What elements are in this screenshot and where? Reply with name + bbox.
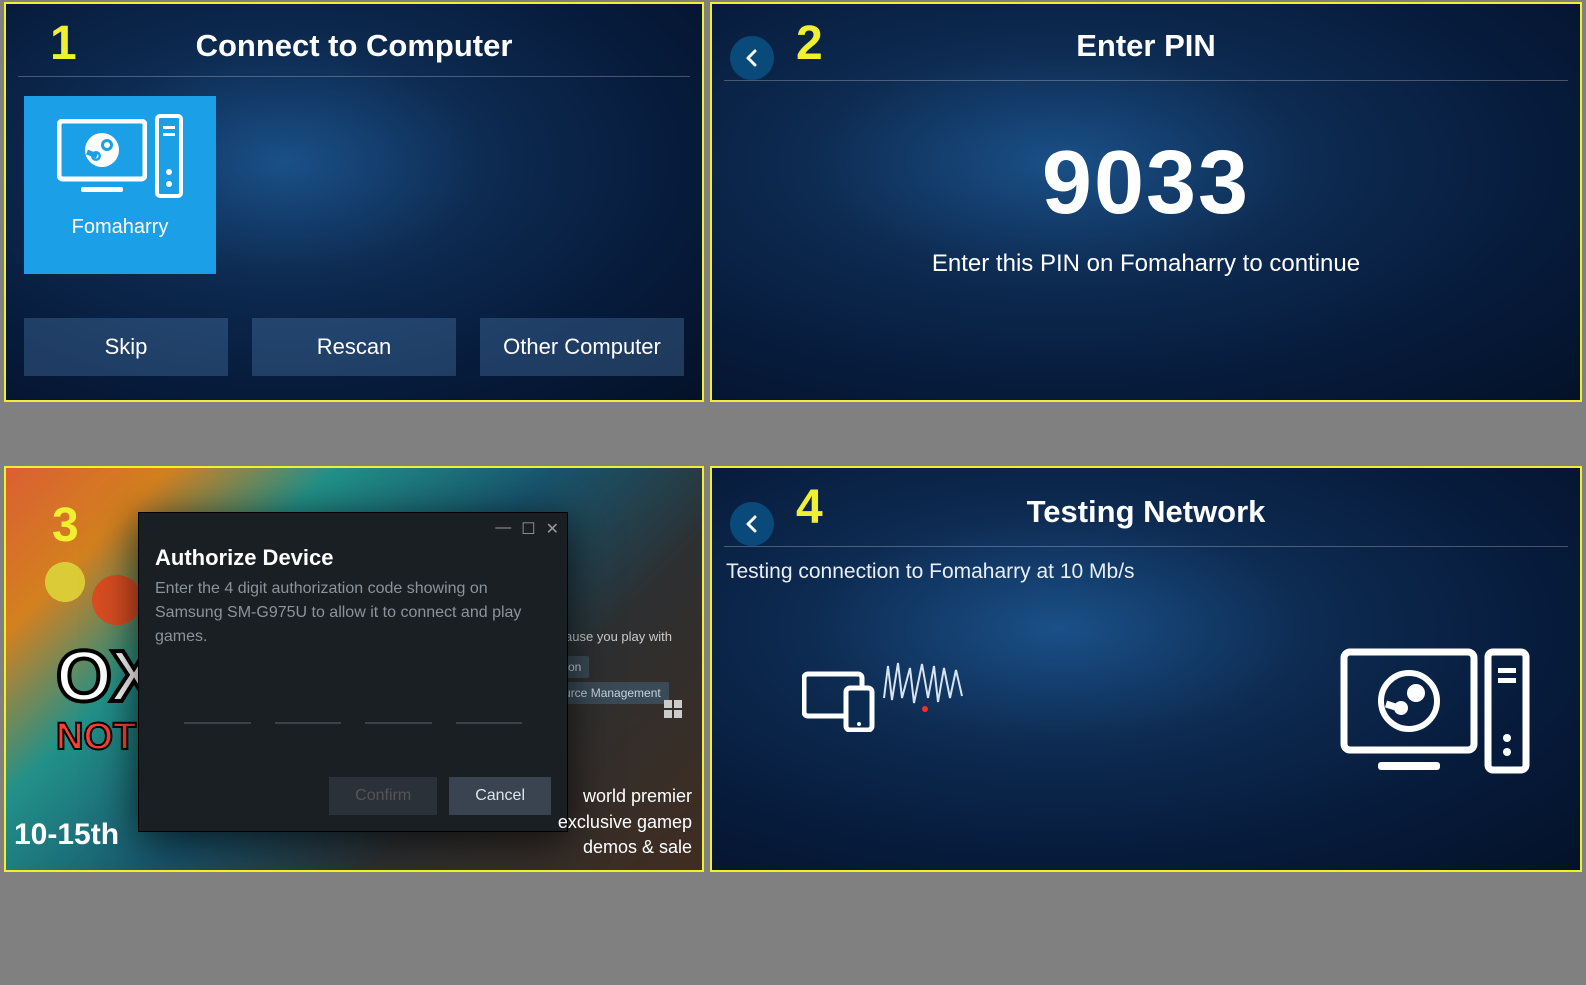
panel-testing-network: 4 Testing Network Testing connection to … xyxy=(710,466,1582,872)
minimize-button[interactable]: — xyxy=(495,519,511,539)
panel-connect-to-computer: 1 Connect to Computer Fomaharry xyxy=(4,2,704,402)
game-title-line2: NOT xyxy=(56,716,136,759)
pin-code: 9033 xyxy=(712,132,1580,235)
testing-status: Testing connection to Fomaharry at 10 Mb… xyxy=(726,560,1135,584)
maximize-button[interactable]: ☐ xyxy=(521,519,535,539)
step-number-4: 4 xyxy=(796,480,823,535)
divider xyxy=(724,546,1568,547)
page-title: Enter PIN xyxy=(712,28,1580,64)
authorize-device-dialog: — ☐ ✕ Authorize Device Enter the 4 digit… xyxy=(138,512,568,832)
page-title: Connect to Computer xyxy=(6,28,702,64)
pc-tower-icon xyxy=(155,114,183,198)
close-button[interactable]: ✕ xyxy=(546,519,559,539)
date-range: 10-15th xyxy=(14,818,119,852)
dialog-button-row: Confirm Cancel xyxy=(329,777,551,815)
pin-input-group xyxy=(184,688,522,724)
mobile-device-icon xyxy=(802,668,880,732)
windows-platform-icon xyxy=(664,700,684,720)
skip-button[interactable]: Skip xyxy=(24,318,228,376)
host-pc-steam-icon xyxy=(1340,648,1530,778)
divider xyxy=(724,80,1568,81)
pin-digit-2[interactable] xyxy=(275,688,342,724)
computer-card[interactable]: Fomaharry xyxy=(24,96,216,274)
dialog-body: Enter the 4 digit authorization code sho… xyxy=(155,577,551,649)
pin-instruction: Enter this PIN on Fomaharry to continue xyxy=(712,250,1580,278)
computer-icon-group xyxy=(24,114,216,198)
window-controls: — ☐ ✕ xyxy=(495,519,559,539)
pin-digit-3[interactable] xyxy=(365,688,432,724)
status-indicator-dot xyxy=(922,706,928,712)
monitor-steam-icon xyxy=(57,119,147,193)
panel-enter-pin: 2 Enter PIN 9033 Enter this PIN on Fomah… xyxy=(710,2,1582,402)
promo-text: world premier exclusive gamep demos & sa… xyxy=(558,784,692,860)
confirm-button[interactable]: Confirm xyxy=(329,777,437,815)
rescan-button[interactable]: Rescan xyxy=(252,318,456,376)
computer-name-label: Fomaharry xyxy=(24,216,216,239)
step-number-3: 3 xyxy=(52,498,79,553)
step-number-2: 2 xyxy=(796,16,823,71)
page-title: Testing Network xyxy=(712,494,1580,530)
step-number-1: 1 xyxy=(50,16,77,71)
pin-digit-1[interactable] xyxy=(184,688,251,724)
other-computer-button[interactable]: Other Computer xyxy=(480,318,684,376)
bottom-button-row: Skip Rescan Other Computer xyxy=(24,318,684,376)
divider xyxy=(18,76,690,77)
pin-digit-4[interactable] xyxy=(456,688,523,724)
dialog-title: Authorize Device xyxy=(155,545,334,571)
network-wave-icon xyxy=(882,658,972,708)
cancel-button[interactable]: Cancel xyxy=(449,777,551,815)
panel-authorize-device: 3 OX NOT ed because you play with mulati… xyxy=(4,466,704,872)
